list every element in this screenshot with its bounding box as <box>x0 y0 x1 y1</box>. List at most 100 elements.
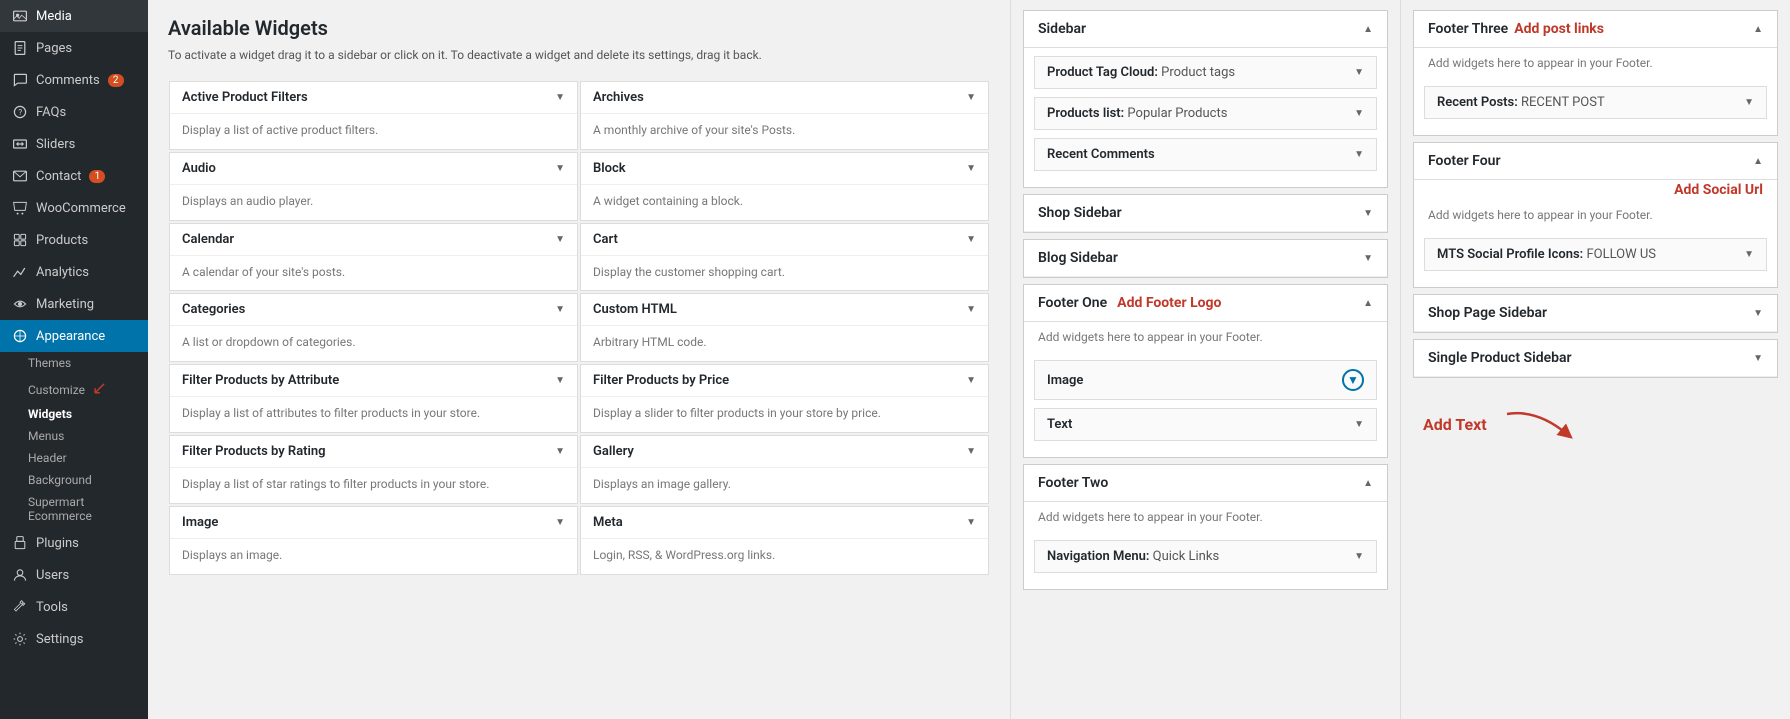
widget-image[interactable]: Image ▼ Displays an image. <box>169 506 578 575</box>
sidebar-item-woocommerce[interactable]: WooCommerce <box>0 192 148 224</box>
widget-archives[interactable]: Archives ▼ A monthly archive of your sit… <box>580 81 989 150</box>
panel-widget-recent-posts[interactable]: Recent Posts: RECENT POST ▼ <box>1424 86 1767 119</box>
sidebar-label-media: Media <box>36 9 72 24</box>
sidebar-item-sliders[interactable]: Sliders <box>0 128 148 160</box>
panel-shop-page-sidebar-header[interactable]: Shop Page Sidebar ▼ <box>1414 295 1777 332</box>
panel-shop-sidebar-title: Shop Sidebar <box>1038 205 1122 221</box>
panel-footer-four-title: Footer Four <box>1428 153 1500 169</box>
widget-custom-html[interactable]: Custom HTML ▼ Arbitrary HTML code. <box>580 293 989 362</box>
svg-text:?: ? <box>18 108 22 117</box>
panel-widget-image[interactable]: Image ▼ <box>1034 360 1377 400</box>
annotation-add-social-url: Add Social Url <box>1674 182 1763 198</box>
chevron-up-icon: ▲ <box>1363 24 1373 35</box>
sidebar-item-tools[interactable]: Tools <box>0 591 148 623</box>
sidebar-label-appearance: Appearance <box>36 329 105 344</box>
widget-meta[interactable]: Meta ▼ Login, RSS, & WordPress.org links… <box>580 506 989 575</box>
annotation-add-text: Add Text <box>1423 415 1487 434</box>
sidebar-sub-background[interactable]: Background <box>0 469 148 491</box>
widget-block[interactable]: Block ▼ A widget containing a block. <box>580 152 989 221</box>
sidebar-label-products: Products <box>36 233 88 248</box>
widget-gallery[interactable]: Gallery ▼ Displays an image gallery. <box>580 435 989 504</box>
admin-sidebar: Media Pages Comments 2 ? FAQs Sliders Co… <box>0 0 148 719</box>
chevron-icon: ▼ <box>966 446 976 457</box>
chevron-down-icon: ▼ <box>1354 149 1364 160</box>
widget-calendar[interactable]: Calendar ▼ A calendar of your site's pos… <box>169 223 578 292</box>
sidebar-item-pages[interactable]: Pages <box>0 32 148 64</box>
sidebar-item-users[interactable]: Users <box>0 559 148 591</box>
sidebar-label-faqs: FAQs <box>36 105 66 120</box>
sidebar-item-settings[interactable]: Settings <box>0 623 148 655</box>
sidebar-sub-themes[interactable]: Themes <box>0 352 148 374</box>
panel-widget-nav-menu[interactable]: Navigation Menu: Quick Links ▼ <box>1034 540 1377 573</box>
panel-footer-three-header[interactable]: Footer Three Add post links ▲ <box>1414 11 1777 48</box>
widget-filter-by-attribute[interactable]: Filter Products by Attribute ▼ Display a… <box>169 364 578 433</box>
sidebar-sub-header[interactable]: Header <box>0 447 148 469</box>
panel-widget-recent-comments[interactable]: Recent Comments ▼ <box>1034 138 1377 171</box>
sidebar-sub-menus[interactable]: Menus <box>0 425 148 447</box>
panel-footer-two-title: Footer Two <box>1038 475 1108 491</box>
sidebar-sub-widgets[interactable]: Widgets <box>0 403 148 425</box>
panel-widget-text[interactable]: Text ▼ <box>1034 408 1377 441</box>
sidebar-item-contact[interactable]: Contact 1 <box>0 160 148 192</box>
chevron-icon: ▼ <box>555 92 565 103</box>
panel-shop-sidebar: Shop Sidebar ▼ <box>1023 194 1388 233</box>
sidebar-label-tools: Tools <box>36 600 68 615</box>
chevron-icon: ▼ <box>555 517 565 528</box>
sidebar-sub-customize[interactable]: Customize ↙ <box>0 374 148 403</box>
widget-cart[interactable]: Cart ▼ Display the customer shopping car… <box>580 223 989 292</box>
sidebar-item-marketing[interactable]: Marketing <box>0 288 148 320</box>
panel-sidebar-title: Sidebar <box>1038 21 1086 37</box>
panel-single-product-sidebar-header[interactable]: Single Product Sidebar ▼ <box>1414 340 1777 377</box>
chevron-up-icon: ▲ <box>1753 156 1763 167</box>
panel-footer-four-header[interactable]: Footer Four ▲ <box>1414 143 1777 180</box>
panel-blog-sidebar-header[interactable]: Blog Sidebar ▼ <box>1024 240 1387 277</box>
chevron-up-icon: ▲ <box>1753 24 1763 35</box>
sidebar-item-plugins[interactable]: Plugins <box>0 527 148 559</box>
chevron-down-icon: ▼ <box>1354 419 1364 430</box>
panel-widget-mts-social[interactable]: MTS Social Profile Icons: FOLLOW US ▼ <box>1424 238 1767 271</box>
sidebar-label-woocommerce: WooCommerce <box>36 201 126 216</box>
widget-filter-by-price[interactable]: Filter Products by Price ▼ Display a sli… <box>580 364 989 433</box>
sidebar-item-analytics[interactable]: Analytics <box>0 256 148 288</box>
sidebar-label-settings: Settings <box>36 632 83 647</box>
panel-widget-products-list[interactable]: Products list: Popular Products ▼ <box>1034 97 1377 130</box>
chevron-icon: ▼ <box>555 446 565 457</box>
sidebar-item-products[interactable]: Products <box>0 224 148 256</box>
add-text-annotation-area: Add Text <box>1413 384 1778 454</box>
panel-blog-sidebar-title: Blog Sidebar <box>1038 250 1118 266</box>
chevron-icon: ▼ <box>555 375 565 386</box>
chevron-down-icon: ▼ <box>1753 353 1763 364</box>
panel-footer-one-header[interactable]: Footer One Add Footer Logo ▲ <box>1024 285 1387 322</box>
chevron-icon: ▼ <box>966 163 976 174</box>
chevron-down-icon: ▼ <box>1354 67 1364 78</box>
footer-four-desc: Add widgets here to appear in your Foote… <box>1414 200 1777 230</box>
panel-shop-sidebar-header[interactable]: Shop Sidebar ▼ <box>1024 195 1387 232</box>
sidebar-label-users: Users <box>36 568 69 583</box>
sidebar-item-comments[interactable]: Comments 2 <box>0 64 148 96</box>
sidebar-item-faqs[interactable]: ? FAQs <box>0 96 148 128</box>
panel-footer-one-title: Footer One <box>1038 295 1107 311</box>
panel-single-product-sidebar: Single Product Sidebar ▼ <box>1413 339 1778 378</box>
sidebar-item-appearance[interactable]: Appearance <box>0 320 148 352</box>
footer-one-desc: Add widgets here to appear in your Foote… <box>1024 322 1387 352</box>
comments-badge: 2 <box>108 74 124 87</box>
widget-filter-by-rating[interactable]: Filter Products by Rating ▼ Display a li… <box>169 435 578 504</box>
panel-sidebar-header[interactable]: Sidebar ▲ <box>1024 11 1387 48</box>
contact-badge: 1 <box>89 170 105 183</box>
panel-widget-product-tag-cloud[interactable]: Product Tag Cloud: Product tags ▼ <box>1034 56 1377 89</box>
sidebar-sub-supermart[interactable]: Supermart Ecommerce <box>0 491 148 527</box>
panel-single-product-sidebar-title: Single Product Sidebar <box>1428 350 1572 366</box>
sidebar-label-marketing: Marketing <box>36 297 94 312</box>
widget-circle-button[interactable]: ▼ <box>1342 369 1364 391</box>
widget-grid: Active Product Filters ▼ Display a list … <box>168 80 990 576</box>
chevron-down-icon: ▼ <box>1753 308 1763 319</box>
widget-active-product-filters[interactable]: Active Product Filters ▼ Display a list … <box>169 81 578 150</box>
chevron-icon: ▼ <box>555 234 565 245</box>
sidebar-label-pages: Pages <box>36 41 72 56</box>
widget-audio[interactable]: Audio ▼ Displays an audio player. <box>169 152 578 221</box>
panel-footer-two-header[interactable]: Footer Two ▲ <box>1024 465 1387 502</box>
sidebar-item-media[interactable]: Media <box>0 0 148 32</box>
widget-categories[interactable]: Categories ▼ A list or dropdown of categ… <box>169 293 578 362</box>
sidebar-label-analytics: Analytics <box>36 265 89 280</box>
chevron-down-icon: ▼ <box>1744 97 1754 108</box>
